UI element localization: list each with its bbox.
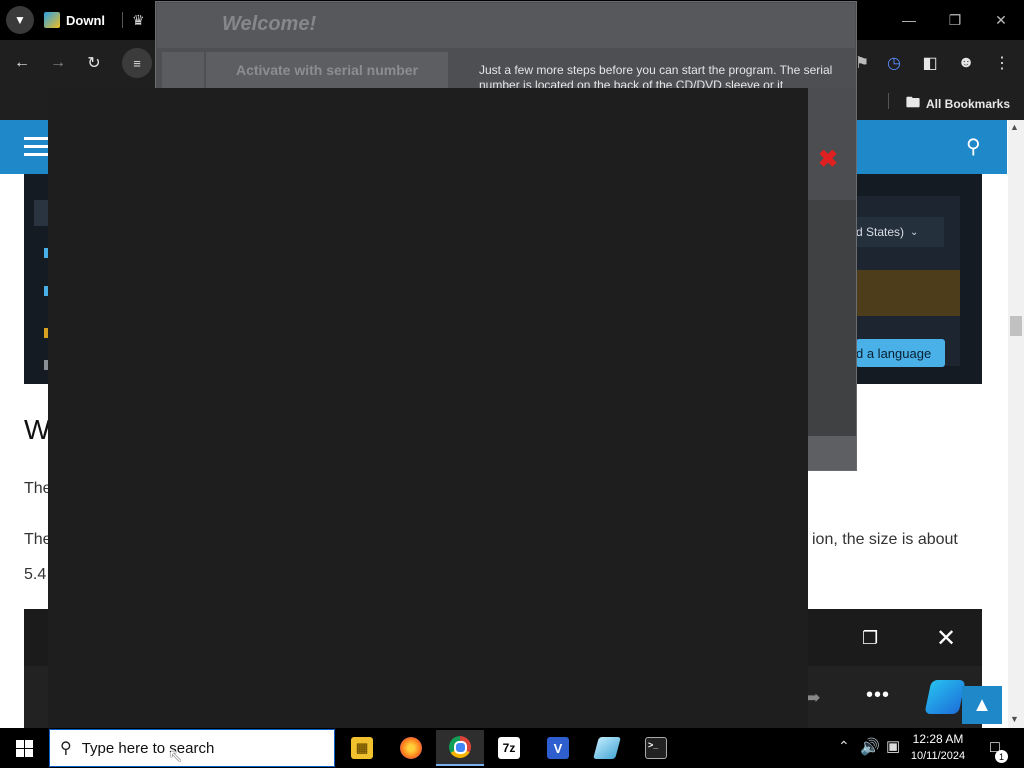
window-close-button[interactable]: ✕ <box>978 0 1024 40</box>
article-paragraph-end: ion, the size is about <box>812 531 958 548</box>
profile-avatar-icon[interactable]: ☻ <box>954 51 978 75</box>
page-scrollbar[interactable] <box>1008 120 1024 728</box>
site-favicon-icon <box>44 12 60 28</box>
chevron-down-icon: ⌄ <box>910 226 919 238</box>
taskbar-app-terminal[interactable]: >_ <box>632 730 680 766</box>
search-icon: ⚲ <box>60 740 72 757</box>
tab-search-button[interactable]: ▼ <box>6 6 34 34</box>
dialog-title: Welcome! <box>222 13 317 35</box>
dialog-description: Just a few more steps before you can sta… <box>479 63 833 89</box>
clear-input-icon[interactable]: ✖ <box>818 145 838 174</box>
language-select-value: d States) <box>856 225 905 239</box>
dialog-footer-edge <box>808 436 856 470</box>
tab-title: Downl <box>66 12 105 28</box>
restore-button[interactable]: ❐ <box>932 0 978 40</box>
scroll-up-arrow-icon[interactable]: ▲ <box>1010 122 1019 132</box>
site-info-icon[interactable]: ≡ <box>122 48 152 78</box>
search-icon[interactable]: ⚲ <box>966 134 981 159</box>
windows-logo-icon <box>15 739 33 757</box>
hamburger-menu-icon[interactable] <box>24 137 48 157</box>
taskbar-search-box[interactable]: ⚲ <box>49 729 335 767</box>
add-language-button: d a language <box>856 339 945 367</box>
firefox-icon <box>400 737 422 759</box>
clock-date[interactable]: 10/11/2024 <box>906 750 970 762</box>
forward-button[interactable]: → <box>46 51 70 75</box>
extension-clock-icon[interactable]: ◷ <box>882 51 906 75</box>
start-button[interactable] <box>0 728 48 768</box>
browser-tab[interactable]: Downl <box>44 6 132 34</box>
tab-favicon-icon[interactable]: ♛ <box>132 12 148 28</box>
mouse-cursor-icon: ↖ <box>168 746 184 766</box>
back-button[interactable]: ← <box>10 51 34 75</box>
taskbar-app-firefox[interactable] <box>387 730 435 766</box>
screenshot-warning-bar <box>856 270 960 316</box>
notification-count-badge: 1 <box>995 750 1008 763</box>
taskbar-search-input[interactable] <box>81 739 312 757</box>
chrome-icon <box>449 736 471 758</box>
taskbar-app-7zip[interactable]: 7z <box>485 730 533 766</box>
taskbar-app-chrome[interactable] <box>436 730 484 766</box>
more-icon: ••• <box>866 684 891 706</box>
scrollbar-thumb[interactable] <box>1010 316 1022 336</box>
minimize-button[interactable]: — <box>886 0 932 40</box>
terminal-icon: >_ <box>645 737 667 759</box>
back-to-top-button[interactable]: ▲ <box>962 686 1002 724</box>
activate-serial-tab[interactable]: Activate with serial number <box>206 52 448 88</box>
restore-icon: ❐ <box>862 628 879 648</box>
folder-icon: ▦ <box>351 737 373 759</box>
tab-divider <box>122 12 123 28</box>
network-icon[interactable]: ▣ <box>886 737 900 755</box>
side-panel-icon[interactable]: ◧ <box>918 51 942 75</box>
clock-time[interactable]: 12:28 AM <box>908 732 968 746</box>
close-icon: ✕ <box>936 625 957 652</box>
v-app-icon: V <box>547 737 569 759</box>
taskbar-app-blue-box[interactable] <box>583 730 631 766</box>
browser-menu-icon[interactable]: ⋮ <box>990 51 1014 75</box>
article-heading: W <box>24 414 51 445</box>
taskbar-app-v[interactable]: V <box>534 730 582 766</box>
blue-box-icon <box>593 737 621 759</box>
article-paragraph: 5.4 <box>24 566 47 583</box>
dialog-panel-edge <box>808 200 856 436</box>
all-bookmarks-label: All Bookmarks <box>926 97 1011 111</box>
all-bookmarks-button[interactable]: 🖿 All Bookmarks <box>906 92 1010 116</box>
reload-button[interactable]: ↻ <box>82 51 106 75</box>
scroll-down-arrow-icon[interactable]: ▼ <box>1010 714 1019 724</box>
blank-overlay-window <box>48 88 808 728</box>
volume-icon[interactable]: 🔊 <box>860 737 880 757</box>
bookmarks-divider <box>888 93 889 109</box>
folder-icon: 🖿 <box>906 94 920 110</box>
7zip-icon: 7z <box>498 737 520 759</box>
screenshot-sidebar-item <box>34 200 48 226</box>
dialog-left-column <box>162 52 204 88</box>
taskbar-app-file-explorer[interactable]: ▦ <box>338 730 386 766</box>
language-select: d States) ⌄ <box>856 217 944 247</box>
show-hidden-icons-chevron-icon[interactable]: ⌃ <box>838 738 850 755</box>
